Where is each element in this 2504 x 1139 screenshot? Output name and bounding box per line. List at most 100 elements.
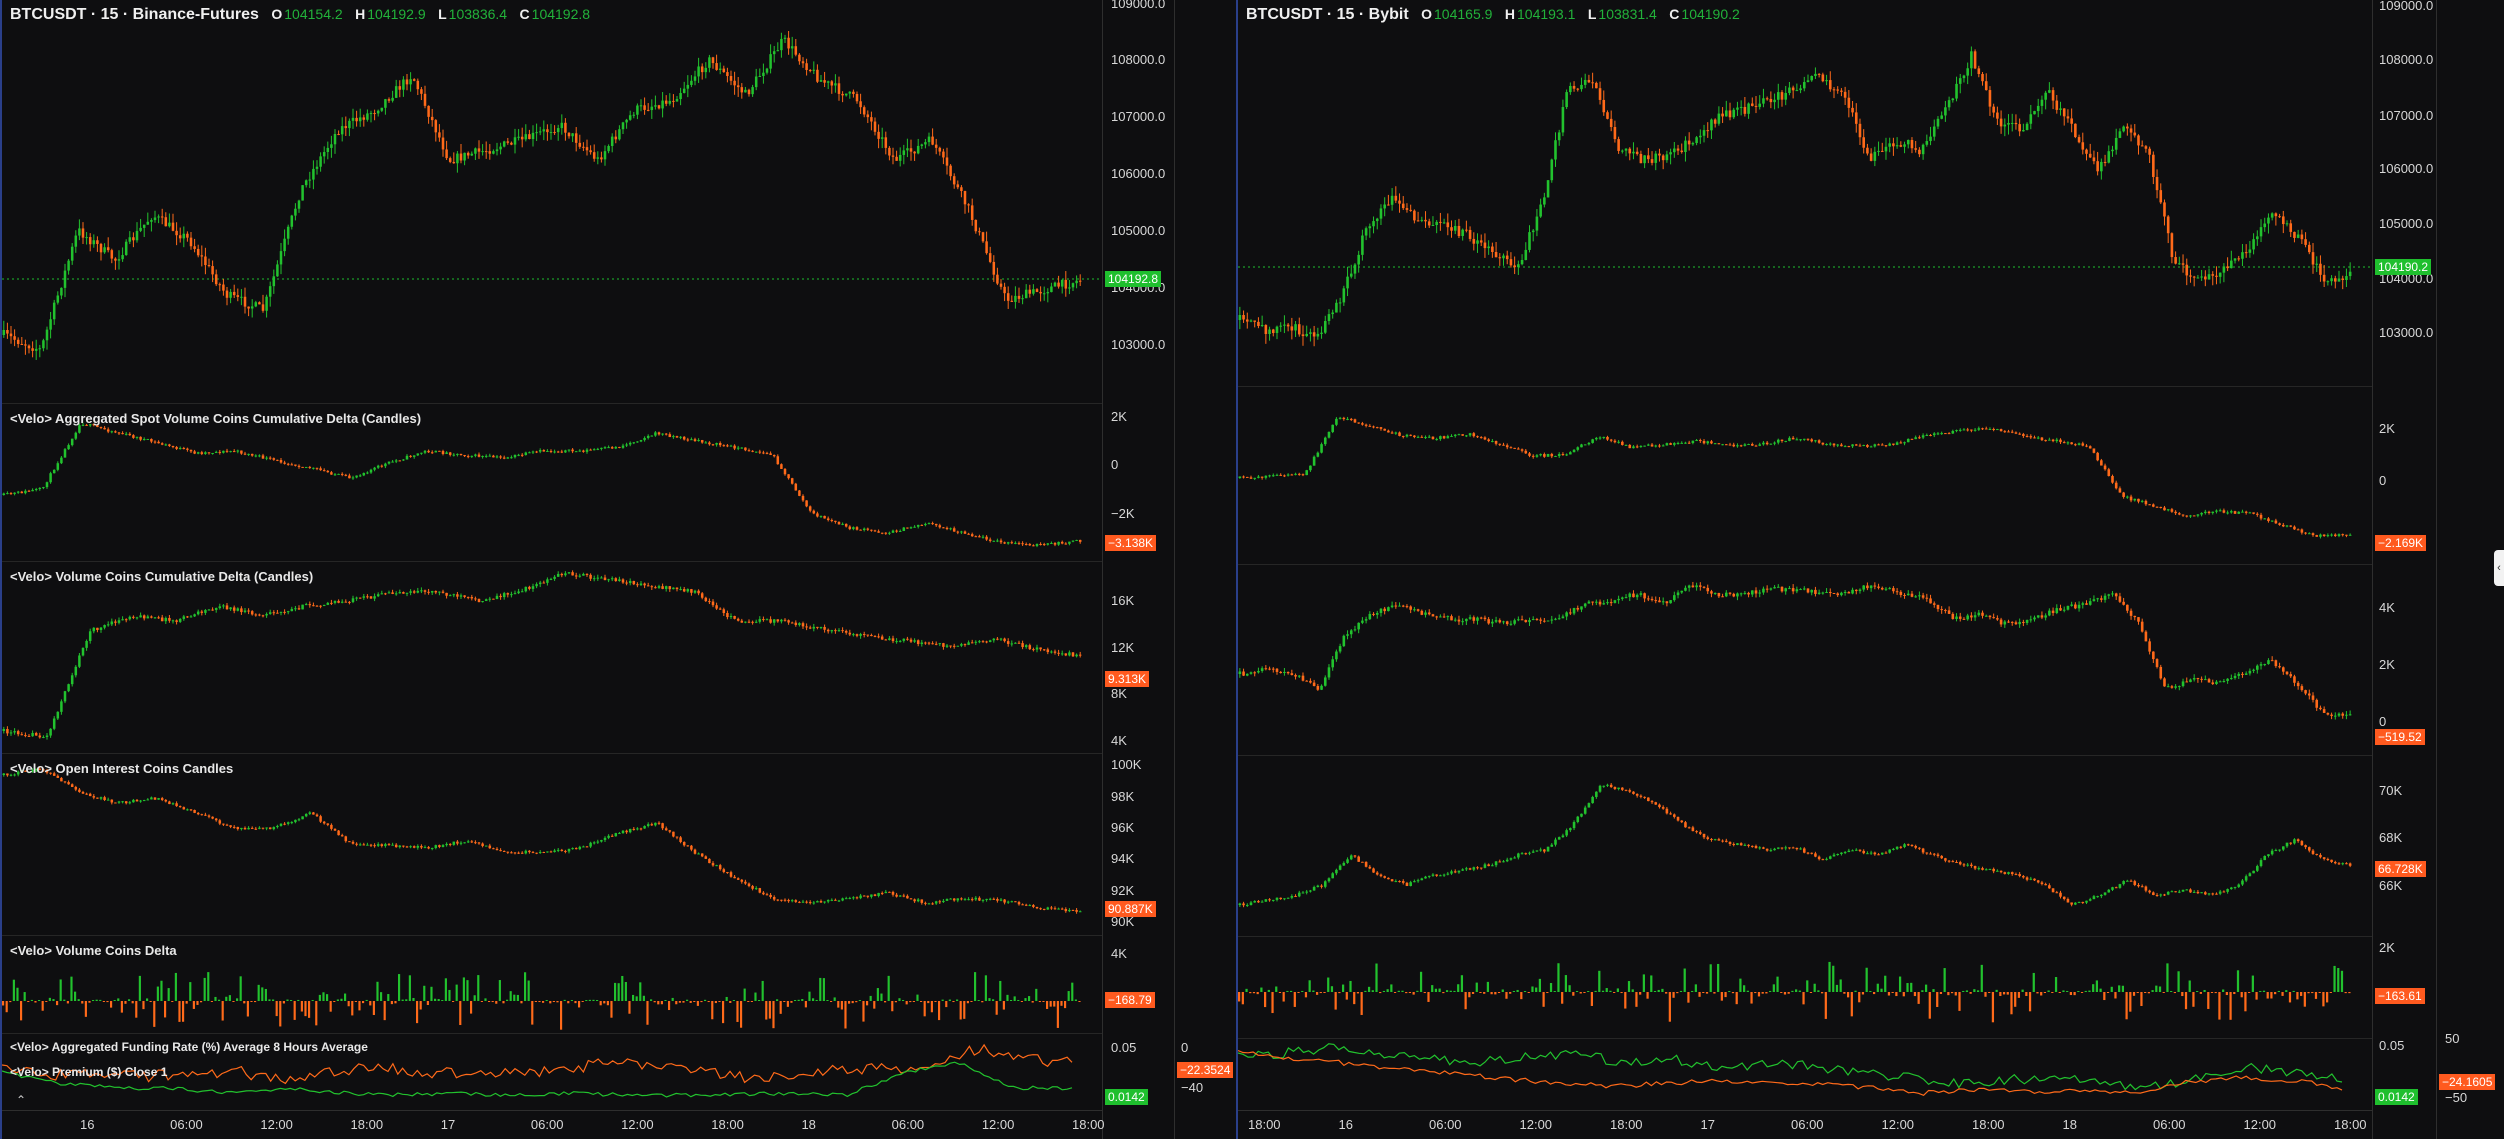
candle-body <box>128 237 132 242</box>
candle-body <box>1981 612 1984 616</box>
delta-bar <box>545 999 548 1001</box>
right-chart-panel[interactable]: BTCUSDT · 15 · Bybit O 104165.9 H 104193.1… <box>1236 0 2504 1139</box>
candle-body <box>369 596 373 599</box>
candle-body <box>1476 867 1479 869</box>
candle-body <box>2077 137 2081 143</box>
candle-body <box>495 848 499 851</box>
delta-bar <box>394 1001 397 1004</box>
cvd-plot[interactable] <box>1238 564 2372 755</box>
price-candles-plot[interactable] <box>2 0 1102 403</box>
candle-body <box>1580 84 1583 90</box>
funding-pane[interactable]: <Velo> Aggregated Funding Rate (%) Avera… <box>2 1033 1102 1111</box>
candle-body <box>441 451 445 454</box>
price-axis[interactable]: 109000.0 108000.0 107000.0 106000.0 1050… <box>1102 0 1175 1139</box>
cvd-plot[interactable] <box>2 561 1102 753</box>
time-axis[interactable]: 16 06:00 12:00 18:00 17 06:00 12:00 18:00 18 06:0… <box>2 1110 1105 1139</box>
symbol-title[interactable]: BTCUSDT · 15 · Binance-Futures <box>10 6 259 23</box>
candle-body <box>744 89 747 93</box>
price-pane[interactable]: BTCUSDT · 15 · Bybit O 104165.9 H 104193.1… <box>1238 0 2372 387</box>
candle-body <box>567 572 571 574</box>
candle-body <box>1394 881 1398 883</box>
candle-body <box>103 247 106 253</box>
symbol-title[interactable]: BTCUSDT · 15 · Bybit <box>1246 6 1409 23</box>
spot-cvd-plot[interactable] <box>1238 386 2372 564</box>
candle-body <box>2010 122 2014 124</box>
candle-body <box>394 593 398 595</box>
candle-body <box>765 452 769 454</box>
candle-body <box>1595 437 1598 440</box>
candle-body <box>1680 442 1684 444</box>
candle-body <box>1260 668 1264 671</box>
candle-body <box>52 302 56 320</box>
candle-body <box>1925 434 1929 436</box>
candle-body <box>1320 332 1323 334</box>
candle-body <box>2022 434 2025 436</box>
candle-body <box>376 465 380 468</box>
oi-plot[interactable] <box>2 753 1102 935</box>
candle-body <box>1606 784 1609 786</box>
candle-body <box>261 304 265 311</box>
candle-body <box>607 447 610 449</box>
candle-body <box>1739 843 1743 846</box>
candle-body <box>2330 534 2333 536</box>
delta-bar <box>286 999 289 1001</box>
candle-body <box>1375 427 1379 429</box>
cvd-pane[interactable] <box>1238 564 2372 756</box>
candle-body <box>1565 454 1568 456</box>
candle-body <box>1572 449 1576 453</box>
candle-body <box>1687 827 1691 829</box>
oi-pane[interactable]: <Velo> Open Interest Coins Candles <box>2 753 1102 936</box>
time-tick: 06:00 <box>530 1117 564 1132</box>
axis-tick: 98K <box>1111 789 1135 804</box>
candle-body <box>2215 510 2218 512</box>
candle-body <box>1457 619 1461 622</box>
candle-body <box>567 848 571 852</box>
candle-body <box>621 445 625 448</box>
oi-plot[interactable] <box>1238 755 2372 936</box>
candle-body <box>528 134 531 140</box>
price-candles-plot[interactable] <box>1238 0 2372 386</box>
candle-body <box>474 842 477 844</box>
candle-body <box>1877 444 1880 446</box>
volume-delta-pane[interactable]: <Velo> Volume Coins Delta <box>2 935 1102 1034</box>
delta-bar <box>117 998 120 1001</box>
spot-cvd-pane[interactable]: <Velo> Aggregated Spot Volume Coins Cumu… <box>2 403 1102 562</box>
candle-body <box>1925 597 1929 599</box>
spot-cvd-pane[interactable] <box>1238 386 2372 565</box>
candle-body <box>2293 231 2296 238</box>
candle-body <box>1483 242 1487 249</box>
oi-pane[interactable] <box>1238 755 2372 937</box>
delta-bar <box>444 978 447 1001</box>
candle-body <box>1877 586 1880 588</box>
secondary-axis[interactable]: 0 −40 −22.3524 <box>1174 0 1239 1139</box>
candle-body <box>1598 785 1602 792</box>
cvd-pane[interactable]: <Velo> Volume Coins Cumulative Delta (Ca… <box>2 561 1102 754</box>
collapse-caret-icon[interactable]: ⌃ <box>16 1093 26 1107</box>
candle-body <box>520 852 524 854</box>
delta-bar <box>347 1001 350 1007</box>
candle-body <box>1710 119 1713 131</box>
candle-body <box>1873 151 1877 161</box>
delta-bar <box>869 995 872 1001</box>
candle-body <box>1743 444 1747 446</box>
delta-bar <box>16 987 19 1001</box>
price-pane[interactable]: BTCUSDT · 15 · Binance-Futures O 104154.2… <box>2 0 1102 404</box>
candle-body <box>1628 444 1632 449</box>
candle-body <box>1736 107 1739 110</box>
delta-bar <box>387 994 390 1001</box>
candle-body <box>1817 856 1821 860</box>
candle-body <box>459 842 463 844</box>
candle-body <box>1068 652 1071 656</box>
candle-body <box>844 523 848 527</box>
candle-body <box>373 467 376 470</box>
left-chart-panel[interactable]: BTCUSDT · 15 · Binance-Futures O 104154.2… <box>0 0 1236 1139</box>
candle-body <box>117 432 121 434</box>
candle-body <box>164 444 168 446</box>
candle-body <box>1387 607 1390 612</box>
candle-body <box>852 527 855 530</box>
candle-body <box>1524 853 1528 855</box>
value-tag: 0.0142 <box>1105 1089 1148 1105</box>
spot-cvd-plot[interactable] <box>2 403 1102 561</box>
candle-body <box>2070 442 2073 445</box>
delta-bar <box>894 1001 897 1003</box>
